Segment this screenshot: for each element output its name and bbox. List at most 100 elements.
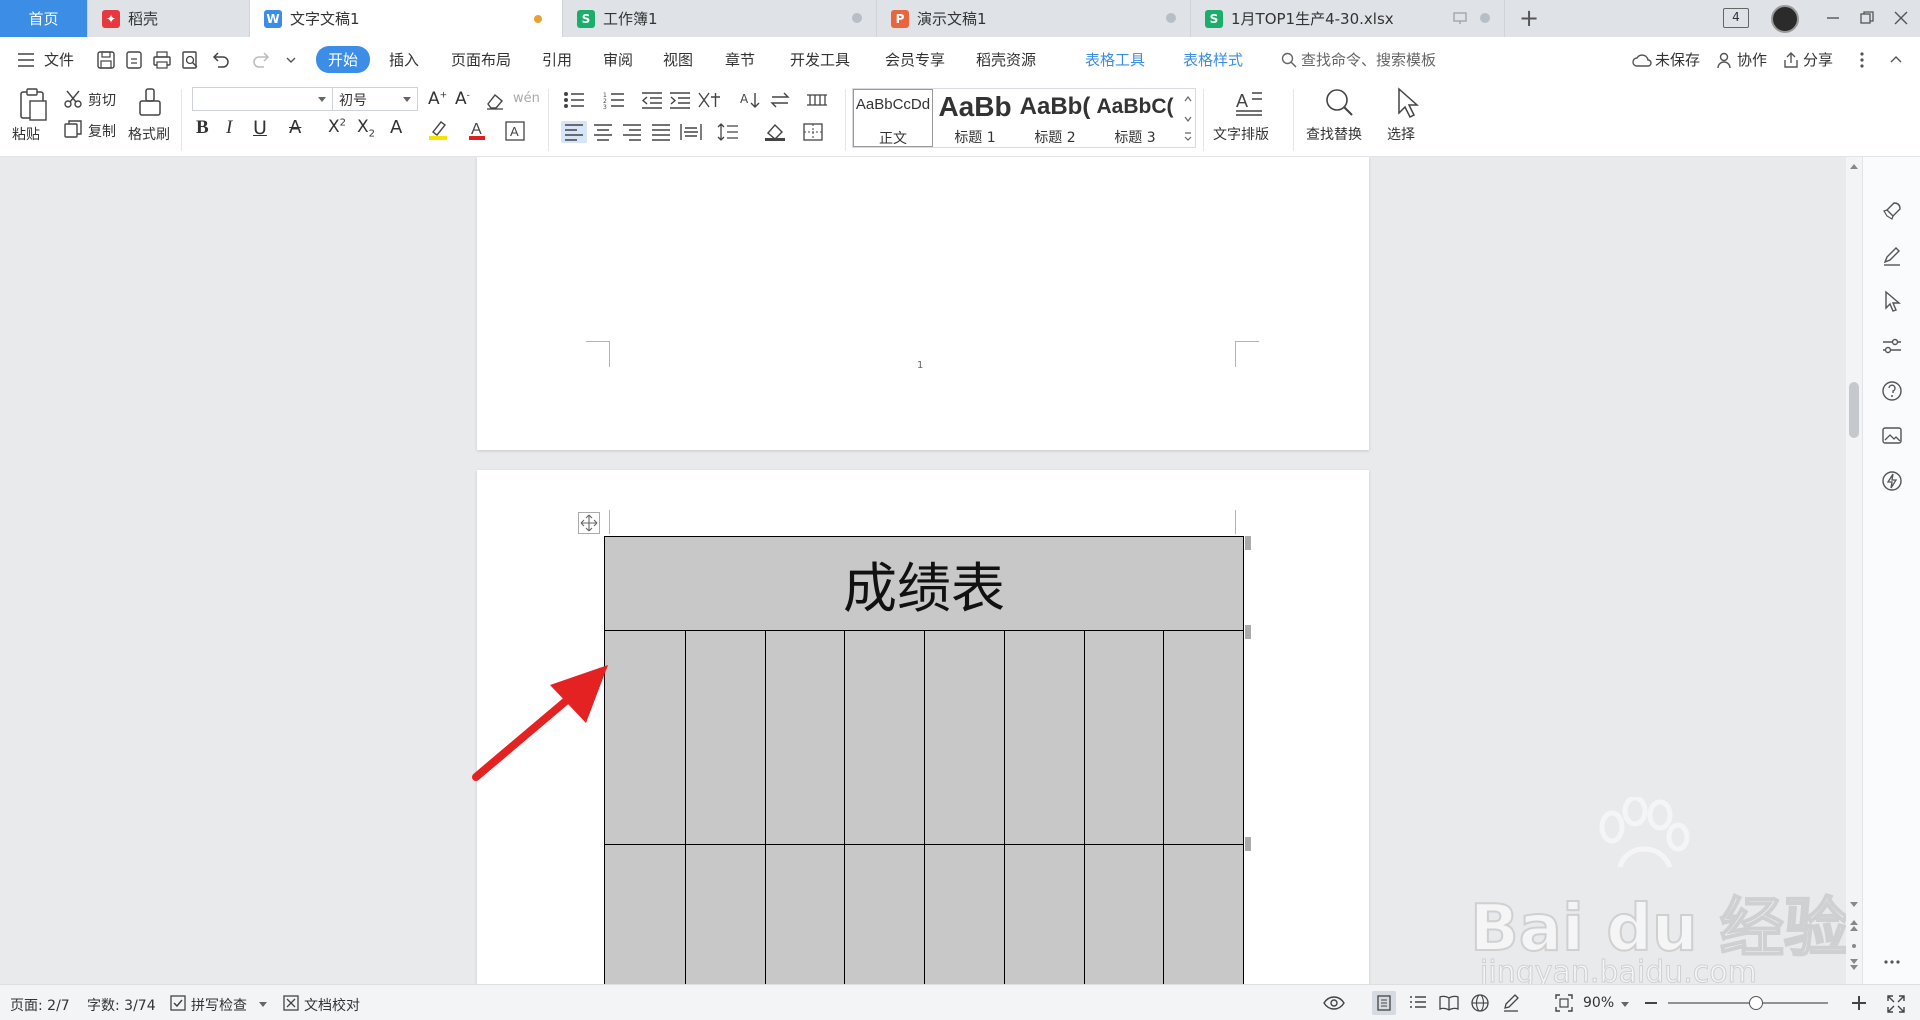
new-tab-button[interactable]: +	[1519, 5, 1539, 31]
outline-view-icon[interactable]	[1409, 995, 1427, 1011]
copy-button[interactable]: 复制	[88, 121, 116, 141]
text-layout-icon[interactable]: A	[1234, 87, 1264, 117]
text-effect-icon[interactable]: A	[390, 117, 402, 138]
text-layout-button[interactable]: 文字排版	[1213, 124, 1269, 144]
select-cursor-icon[interactable]	[1395, 87, 1419, 119]
vertical-scrollbar-track[interactable]	[1846, 157, 1862, 984]
menu-references[interactable]: 引用	[542, 49, 572, 70]
spell-check-chevron-down-icon[interactable]	[259, 1002, 267, 1007]
document-page-1[interactable]: 1	[477, 157, 1369, 450]
justify-icon[interactable]	[651, 123, 671, 141]
row-resize-handle[interactable]	[1245, 625, 1251, 639]
zoom-slider[interactable]	[1668, 996, 1828, 1010]
decrease-indent-icon[interactable]	[641, 91, 663, 109]
rocket-icon[interactable]	[1881, 200, 1903, 222]
next-page-icon[interactable]	[1850, 959, 1858, 971]
avatar[interactable]	[1771, 5, 1799, 33]
find-replace-button[interactable]: 查找替换	[1306, 124, 1362, 144]
menu-table-style[interactable]: 表格样式	[1183, 49, 1243, 70]
italic-icon[interactable]: I	[226, 117, 232, 139]
close-window-icon[interactable]	[1894, 11, 1908, 25]
show-marks-icon[interactable]	[769, 91, 791, 109]
web-view-icon[interactable]	[1471, 994, 1489, 1012]
superscript-icon[interactable]: X2	[328, 117, 346, 137]
cut-button[interactable]: 剪切	[88, 90, 116, 110]
close-tab-icon[interactable]	[852, 13, 862, 23]
table-grid-icon[interactable]	[806, 91, 828, 109]
shrink-font-icon[interactable]: A-	[455, 89, 470, 109]
underline-icon[interactable]: U	[253, 117, 267, 139]
chinese-layout-icon[interactable]	[697, 91, 721, 109]
menu-chapter[interactable]: 章节	[725, 49, 755, 70]
writing-mode-icon[interactable]	[1502, 994, 1520, 1012]
row-resize-handle[interactable]	[1245, 536, 1251, 550]
fullscreen-icon[interactable]	[1887, 995, 1905, 1013]
document-workspace[interactable]: 1 成绩表 Bai du 经验 jingyan.baidu.com	[0, 157, 1846, 984]
reading-view-icon[interactable]	[1439, 995, 1459, 1011]
bullet-list-icon[interactable]	[563, 91, 585, 109]
tab-ppt1[interactable]: P 演示文稿1	[877, 0, 1191, 37]
hamburger-icon[interactable]	[18, 53, 34, 67]
font-name-select[interactable]	[192, 87, 333, 111]
borders-icon[interactable]	[803, 123, 823, 141]
menu-home[interactable]: 开始	[316, 46, 371, 73]
minimize-icon[interactable]	[1826, 11, 1840, 25]
help-icon[interactable]	[1881, 380, 1903, 402]
menu-insert[interactable]: 插入	[389, 49, 419, 70]
menu-member[interactable]: 会员专享	[885, 49, 945, 70]
screen-icon[interactable]	[1453, 12, 1467, 24]
distribute-icon[interactable]	[680, 123, 702, 141]
restore-icon[interactable]	[1860, 11, 1874, 25]
align-right-icon[interactable]	[622, 123, 642, 141]
tab-xlsx[interactable]: S 1月TOP1生产4-30.xlsx	[1191, 0, 1505, 37]
find-replace-icon[interactable]	[1324, 87, 1354, 117]
bold-icon[interactable]: B	[196, 117, 209, 139]
undo-icon[interactable]	[209, 49, 231, 71]
fit-page-icon[interactable]	[1555, 994, 1573, 1012]
format-painter-button[interactable]: 格式刷	[128, 124, 170, 144]
numbered-list-icon[interactable]: 123	[603, 91, 625, 109]
zoom-in-icon[interactable]	[1852, 996, 1866, 1010]
style-normal[interactable]: AaBbCcDd 正文	[853, 89, 933, 147]
menu-view[interactable]: 视图	[663, 49, 693, 70]
zoom-chevron-down-icon[interactable]	[1621, 1002, 1629, 1007]
style-heading-3[interactable]: AaBbC( 标题 3	[1095, 89, 1175, 147]
document-proofread-button[interactable]: 文档校对	[304, 995, 360, 1015]
spell-check-button[interactable]: 拼写检查	[191, 995, 247, 1015]
row-resize-handle[interactable]	[1245, 837, 1251, 851]
scroll-down-icon[interactable]	[1850, 902, 1858, 908]
format-painter-icon[interactable]	[137, 87, 163, 119]
score-table[interactable]: 成绩表	[604, 536, 1244, 984]
redo-icon[interactable]	[251, 49, 273, 71]
increase-indent-icon[interactable]	[669, 91, 691, 109]
export-pdf-icon[interactable]	[123, 49, 145, 71]
shading-icon[interactable]	[764, 123, 786, 141]
command-search-input[interactable]: 查找命令、搜索模板	[1301, 49, 1436, 70]
scroll-up-icon[interactable]	[1850, 163, 1858, 169]
quick-access-chevron-down-icon[interactable]	[286, 57, 296, 64]
zoom-out-icon[interactable]	[1645, 1002, 1657, 1004]
unsaved-status[interactable]: 未保存	[1655, 49, 1700, 70]
paste-icon[interactable]	[18, 87, 48, 121]
table-body[interactable]	[605, 631, 1243, 984]
menu-page-layout[interactable]: 页面布局	[451, 49, 511, 70]
subscript-icon[interactable]: X2	[357, 117, 375, 139]
character-border-icon[interactable]: A	[505, 121, 525, 141]
sort-icon[interactable]: A	[740, 91, 760, 109]
tab-home[interactable]: 首页	[0, 0, 88, 37]
more-tools-icon[interactable]	[1884, 960, 1900, 964]
pen-icon[interactable]	[1881, 245, 1903, 267]
strikethrough-icon[interactable]: A	[289, 117, 301, 138]
search-icon[interactable]	[1281, 52, 1297, 68]
print-preview-icon[interactable]	[179, 49, 201, 71]
word-count[interactable]: 字数: 3/74	[87, 995, 156, 1015]
paste-button[interactable]: 粘贴	[12, 124, 40, 144]
line-spacing-icon[interactable]	[717, 123, 739, 141]
select-button[interactable]: 选择	[1387, 124, 1415, 144]
scrollbar-thumb[interactable]	[1849, 382, 1859, 438]
menu-docer-resources[interactable]: 稻壳资源	[976, 49, 1036, 70]
style-gallery-scroll-icon[interactable]	[1183, 93, 1193, 143]
eye-protection-icon[interactable]	[1323, 995, 1345, 1011]
tab-book1[interactable]: S 工作簿1	[563, 0, 877, 37]
cut-icon[interactable]	[63, 89, 83, 109]
